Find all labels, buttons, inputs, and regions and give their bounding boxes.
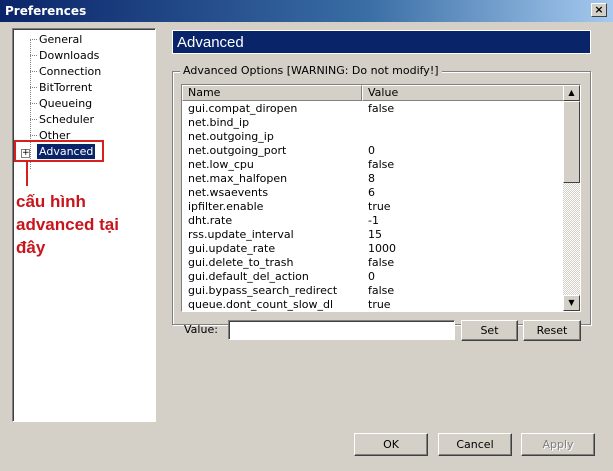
table-row[interactable]: net.bind_ip [182, 116, 564, 130]
table-row[interactable]: net.wsaevents 6 [182, 186, 564, 200]
option-value: false [368, 256, 395, 269]
column-header-name[interactable]: Name [182, 85, 362, 101]
table-row[interactable]: queue.dont_count_slow_dl true [182, 298, 564, 311]
set-button[interactable]: Set [461, 320, 518, 341]
reset-button[interactable]: Reset [523, 320, 581, 341]
tree-connector [30, 55, 37, 56]
close-icon: × [594, 3, 604, 16]
option-value: false [368, 102, 395, 115]
annotation-line-1: cấu hình [16, 192, 86, 211]
list-header: Name Value [182, 85, 564, 101]
option-name: net.low_cpu [188, 158, 254, 171]
tree-item-connection[interactable]: Connection [37, 64, 103, 79]
annotation-text: cấu hình advanced tại đây [16, 190, 156, 259]
table-row[interactable]: gui.delete_to_trash false [182, 256, 564, 270]
page-title: Advanced [172, 30, 591, 54]
table-row[interactable]: gui.default_del_action 0 [182, 270, 564, 284]
option-value: true [368, 298, 391, 311]
tree-connector [30, 119, 37, 120]
option-value: 6 [368, 186, 375, 199]
group-title: Advanced Options [WARNING: Do not modify… [180, 64, 442, 78]
option-value: 0 [368, 270, 375, 283]
option-value: true [368, 200, 391, 213]
option-value: 8 [368, 172, 375, 185]
table-row[interactable]: net.outgoing_ip [182, 130, 564, 144]
tree-item-bittorrent[interactable]: BitTorrent [37, 80, 94, 95]
table-row[interactable]: net.outgoing_port 0 [182, 144, 564, 158]
option-value: 15 [368, 228, 382, 241]
option-name: dht.rate [188, 214, 233, 227]
option-name: net.bind_ip [188, 116, 250, 129]
arrow-down-icon: ▼ [568, 298, 575, 307]
ok-button[interactable]: OK [354, 433, 428, 456]
window-title-bar: Preferences × [0, 0, 613, 22]
tree-item-scheduler[interactable]: Scheduler [37, 112, 96, 127]
table-row[interactable]: ipfilter.enable true [182, 200, 564, 214]
option-name: net.max_halfopen [188, 172, 288, 185]
value-label: Value: [184, 323, 218, 336]
value-input[interactable] [228, 320, 455, 340]
annotation-line-2: advanced tại [16, 215, 119, 234]
tree-item-general[interactable]: General [37, 32, 84, 47]
option-name: rss.update_interval [188, 228, 294, 241]
tree-connector [30, 39, 37, 40]
window-title: Preferences [5, 4, 87, 18]
options-list[interactable]: Name Value gui.compat_diropen false net.bi… [181, 84, 581, 312]
table-row[interactable]: gui.bypass_search_redirect false [182, 284, 564, 298]
option-name: gui.update_rate [188, 242, 276, 255]
table-row[interactable]: gui.compat_diropen false [182, 102, 564, 116]
option-name: queue.dont_count_slow_dl [188, 298, 334, 311]
scrollbar-thumb[interactable] [563, 101, 580, 183]
tree-connector [30, 87, 37, 88]
table-row[interactable]: dht.rate -1 [182, 214, 564, 228]
option-name: net.outgoing_ip [188, 130, 274, 143]
option-name: net.wsaevents [188, 186, 269, 199]
option-name: ipfilter.enable [188, 200, 264, 213]
tree-connector [30, 71, 37, 72]
annotation-highlight-box [14, 140, 104, 162]
tree-connector [30, 103, 37, 104]
options-rows: gui.compat_diropen false net.bind_ip net.ou… [182, 102, 564, 311]
close-button[interactable]: × [591, 3, 607, 17]
option-name: net.outgoing_port [188, 144, 287, 157]
option-value: 1000 [368, 242, 396, 255]
tree-item-queueing[interactable]: Queueing [37, 96, 94, 111]
option-name: gui.default_del_action [188, 270, 309, 283]
option-value: -1 [368, 214, 379, 227]
table-row[interactable]: rss.update_interval 15 [182, 228, 564, 242]
scroll-down-button[interactable]: ▼ [563, 295, 580, 311]
option-name: gui.compat_diropen [188, 102, 298, 115]
option-value: false [368, 284, 395, 297]
option-value: false [368, 158, 395, 171]
cancel-button[interactable]: Cancel [438, 433, 512, 456]
column-header-value[interactable]: Value [362, 85, 564, 101]
annotation-pointer-line [26, 162, 28, 186]
apply-button[interactable]: Apply [521, 433, 595, 456]
table-row[interactable]: net.max_halfopen 8 [182, 172, 564, 186]
option-name: gui.bypass_search_redirect [188, 284, 338, 297]
table-row[interactable]: gui.update_rate 1000 [182, 242, 564, 256]
scroll-up-button[interactable]: ▲ [563, 85, 580, 101]
annotation-line-3: đây [16, 238, 46, 257]
option-value: 0 [368, 144, 375, 157]
vertical-scrollbar[interactable]: ▲ ▼ [563, 85, 580, 311]
tree-connector [30, 135, 37, 136]
tree-item-downloads[interactable]: Downloads [37, 48, 101, 63]
option-name: gui.delete_to_trash [188, 256, 294, 269]
arrow-up-icon: ▲ [568, 88, 575, 97]
table-row[interactable]: net.low_cpu false [182, 158, 564, 172]
